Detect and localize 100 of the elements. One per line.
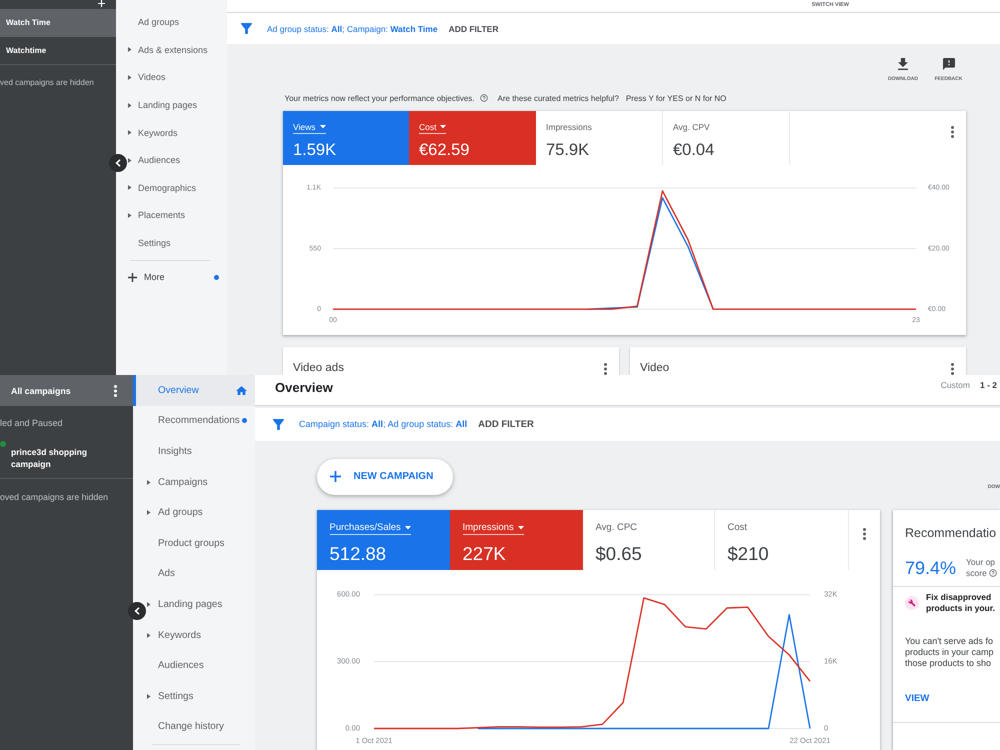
nav-item[interactable]: Overview	[133, 375, 255, 406]
caret-right-icon	[147, 694, 150, 699]
nav-item[interactable]: Keywords	[127, 118, 227, 146]
caret-down-icon	[440, 124, 446, 128]
add-filter-button[interactable]: ADD FILTER	[478, 418, 534, 430]
metric-label: Cost	[728, 523, 748, 535]
status-filter-text: led and Paused	[0, 418, 63, 429]
nav-item[interactable]: Campaigns	[146, 466, 255, 498]
nav-item[interactable]: Ad groups	[146, 497, 255, 528]
metric-dropdown[interactable]: Cost	[419, 122, 446, 134]
metric-tile[interactable]: Impressions 227K	[450, 510, 583, 570]
nav-item[interactable]: Ad groups	[127, 8, 227, 36]
download-icon	[898, 58, 908, 70]
more-vertical-icon[interactable]	[951, 362, 954, 374]
filter-text[interactable]: Ad group status: All; Campaign: Watch Time	[267, 24, 438, 34]
metric-dropdown[interactable]: Views	[293, 122, 326, 134]
nav-item[interactable]: Audiences	[146, 650, 255, 681]
card-title: Video ads	[293, 361, 344, 375]
caret-down-icon	[404, 526, 411, 530]
caret-right-icon	[128, 185, 132, 190]
caret-right-icon	[128, 102, 132, 108]
campaign-item[interactable]: Watch Time	[0, 9, 116, 37]
nav-item[interactable]: Keywords	[146, 620, 255, 650]
nav-item[interactable]: Landing pages	[146, 589, 255, 620]
nav-item[interactable]: Ads & extensions	[127, 36, 227, 64]
score-description: Your op	[966, 556, 996, 568]
filter-text[interactable]: Campaign status: All; Ad group status: All	[299, 419, 468, 429]
caret-right-icon	[147, 510, 150, 516]
nav-item[interactable]: Product groups	[146, 528, 255, 559]
date-range-value[interactable]: 1 - 2	[980, 380, 997, 391]
plus-icon	[128, 272, 137, 282]
campaign-link[interactable]: prince3d shopping campaign	[11, 440, 91, 470]
page-title: Overview	[275, 380, 333, 395]
optimization-score: 79.4%	[905, 556, 956, 578]
metric-tile[interactable]: Avg. CPV €0.04	[663, 110, 790, 164]
metric-value: €0.04	[673, 141, 714, 160]
wrench-icon	[905, 596, 919, 610]
funnel-icon[interactable]	[273, 418, 284, 430]
caret-right-icon	[147, 480, 150, 485]
nav-item[interactable]: Audiences	[127, 146, 227, 174]
metric-value: 512.88	[330, 543, 386, 565]
nav-item[interactable]: Placements	[127, 202, 227, 230]
view-link[interactable]: VIEW	[905, 692, 930, 704]
nav-item[interactable]: Ads	[146, 558, 255, 590]
sidebar-note: ved campaigns are hidden	[0, 77, 94, 88]
metric-value: €62.59	[419, 141, 470, 160]
plus-icon	[98, 0, 105, 7]
nav-item[interactable]: Demographics	[127, 174, 227, 202]
more-vertical-icon[interactable]	[862, 528, 866, 540]
help-icon[interactable]	[988, 569, 997, 577]
recommendation-text: You can't serve ads fo products in your camp those products to sho	[905, 636, 994, 669]
more-vertical-icon[interactable]	[604, 362, 607, 374]
caret-right-icon	[128, 212, 132, 218]
metric-tile[interactable]: Purchases/Sales 512.88	[317, 510, 450, 570]
speech-bubble-icon	[942, 58, 954, 70]
metric-label: Avg. CPV	[673, 122, 710, 134]
plus-icon	[330, 471, 340, 482]
caret-right-icon	[128, 74, 132, 80]
card-title: Recommendatio	[905, 526, 996, 540]
campaign-item[interactable]: Watchtime	[0, 36, 116, 64]
new-campaign-button[interactable]: NEW CAMPAIGN	[317, 458, 454, 494]
funnel-icon[interactable]	[241, 23, 252, 34]
metric-tile[interactable]: Avg. CPC $0.65	[583, 510, 715, 570]
metric-value: 1.59K	[293, 141, 336, 160]
score-description: score	[966, 568, 987, 578]
nav-item[interactable]: Landing pages	[127, 91, 227, 119]
nav-item[interactable]: Videos	[127, 64, 227, 92]
metric-value: $210	[728, 543, 769, 565]
metric-label: Avg. CPC	[596, 523, 638, 535]
nav-item[interactable]: Settings	[146, 680, 255, 712]
metric-tile[interactable]: Cost €62.59	[409, 110, 536, 164]
nav-item[interactable]: Settings	[127, 229, 227, 257]
more-vertical-icon[interactable]	[951, 126, 954, 138]
nav-item[interactable]: Recommendations	[146, 406, 255, 436]
metric-value: $0.65	[596, 543, 642, 565]
chevron-left-icon	[115, 159, 121, 167]
help-icon[interactable]	[480, 94, 488, 102]
metric-tile[interactable]: Views 1.59K	[283, 110, 409, 164]
metric-tile[interactable]: Cost $210	[715, 510, 849, 570]
caret-down-icon	[320, 124, 326, 128]
metrics-note: Your metrics now reflect your performance objectives.	[284, 94, 475, 102]
metric-value: 75.9K	[546, 141, 590, 160]
date-range-label[interactable]: Custom	[940, 380, 970, 391]
nav-item[interactable]: Change history	[146, 712, 255, 742]
caret-right-icon	[128, 47, 132, 52]
caret-down-icon	[518, 526, 524, 530]
chevron-left-icon	[134, 607, 140, 615]
caret-right-icon	[128, 130, 132, 136]
metric-tile[interactable]: Impressions 75.9K	[536, 110, 663, 164]
more-vertical-icon[interactable]	[114, 384, 117, 396]
metric-dropdown[interactable]: Impressions	[462, 523, 524, 535]
caret-right-icon	[147, 632, 150, 638]
feedback-hint: Press Y for YES or N for NO	[626, 94, 726, 102]
metric-dropdown[interactable]: Purchases/Sales	[330, 523, 411, 535]
sidebar-title[interactable]: All campaigns	[11, 386, 71, 396]
nav-item[interactable]: More	[127, 263, 227, 291]
nav-item[interactable]: Insights	[146, 436, 255, 467]
recommendation-title: Fix disapproved products in your.	[926, 592, 995, 614]
add-filter-button[interactable]: ADD FILTER	[448, 24, 498, 34]
home-icon	[236, 386, 247, 396]
